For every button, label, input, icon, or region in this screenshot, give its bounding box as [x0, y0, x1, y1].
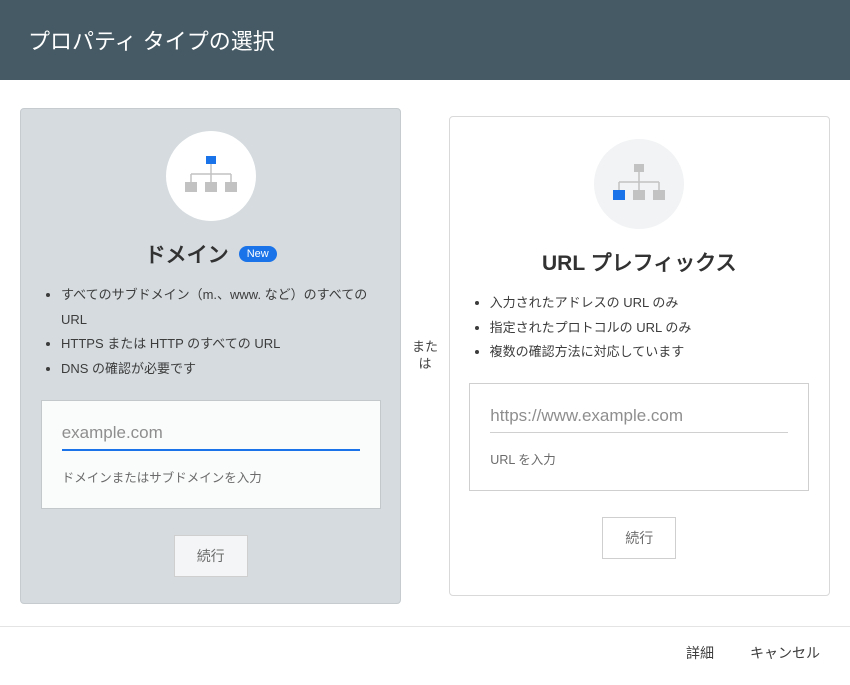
- domain-input-helper: ドメインまたはサブドメインを入力: [62, 467, 360, 486]
- sitemap-icon: [610, 162, 668, 206]
- dialog-title: プロパティ タイプの選択: [28, 29, 275, 54]
- list-item: 入力されたアドレスの URL のみ: [490, 291, 811, 316]
- divider-or: または: [409, 339, 440, 373]
- dialog-body: ドメイン New すべてのサブドメイン（m.、www. など）のすべての URL…: [0, 80, 850, 626]
- domain-input-group: ドメインまたはサブドメインを入力: [41, 400, 381, 509]
- property-card-domain[interactable]: ドメイン New すべてのサブドメイン（m.、www. など）のすべての URL…: [20, 108, 401, 604]
- domain-bullets: すべてのサブドメイン（m.、www. など）のすべての URL HTTPS また…: [39, 283, 382, 382]
- domain-title-row: ドメイン New: [145, 239, 277, 269]
- list-item: HTTPS または HTTP のすべての URL: [61, 332, 382, 357]
- list-item: 複数の確認方法に対応しています: [490, 340, 811, 365]
- urlprefix-card-title: URL プレフィックス: [542, 247, 737, 277]
- urlprefix-continue-button[interactable]: 続行: [602, 517, 676, 559]
- list-item: DNS の確認が必要です: [61, 357, 382, 382]
- domain-icon-circle: [166, 131, 256, 221]
- urlprefix-input[interactable]: [490, 402, 788, 433]
- urlprefix-bullets: 入力されたアドレスの URL のみ 指定されたプロトコルの URL のみ 複数の…: [468, 291, 811, 365]
- domain-card-title: ドメイン: [145, 239, 229, 269]
- urlprefix-input-group: URL を入力: [469, 383, 809, 491]
- domain-continue-button[interactable]: 続行: [174, 535, 248, 577]
- urlprefix-title-row: URL プレフィックス: [542, 247, 737, 277]
- dialog-header: プロパティ タイプの選択: [0, 0, 850, 80]
- urlprefix-icon-circle: [594, 139, 684, 229]
- dialog-footer: 詳細 キャンセル: [0, 626, 850, 679]
- new-badge: New: [239, 246, 277, 262]
- sitemap-icon: [182, 154, 240, 198]
- cancel-button[interactable]: キャンセル: [750, 643, 820, 663]
- domain-input[interactable]: [62, 419, 360, 451]
- list-item: すべてのサブドメイン（m.、www. など）のすべての URL: [61, 283, 382, 332]
- urlprefix-input-helper: URL を入力: [490, 449, 788, 468]
- property-card-urlprefix[interactable]: URL プレフィックス 入力されたアドレスの URL のみ 指定されたプロトコル…: [449, 116, 830, 596]
- list-item: 指定されたプロトコルの URL のみ: [490, 316, 811, 341]
- details-button[interactable]: 詳細: [686, 643, 714, 663]
